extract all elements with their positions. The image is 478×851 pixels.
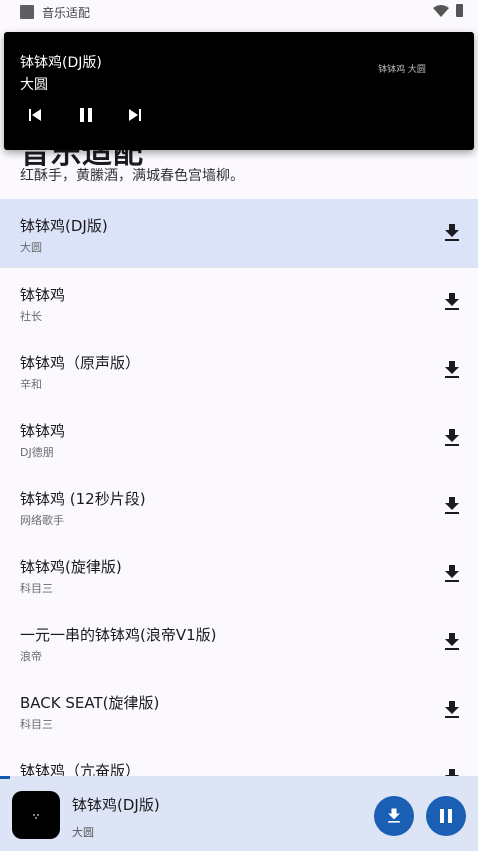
playback-progress-bar[interactable] — [0, 776, 10, 779]
song-artist: 辛和 — [20, 378, 42, 391]
song-item[interactable]: 钵钵鸡(DJ版) 大圆 — [0, 199, 478, 267]
song-item[interactable]: 钵钵鸡 社长 — [0, 268, 478, 336]
download-icon[interactable] — [440, 358, 464, 382]
notification-song-title: 钵钵鸡(DJ版) — [20, 55, 102, 71]
notification-pause-button[interactable] — [73, 102, 99, 128]
media-notification[interactable]: 钵钵鸡(DJ版) 大圆 钵钵鸡 大圆 — [4, 32, 474, 150]
song-list[interactable]: 钵钵鸡(DJ版) 大圆 钵钵鸡 社长 钵钵鸡（原声版） 辛和 钵钵鸡 DJ德朋 … — [0, 199, 478, 776]
player-song-title: 钵钵鸡(DJ版) — [72, 796, 160, 814]
cover-art-icon — [33, 814, 39, 819]
download-icon[interactable] — [440, 698, 464, 722]
download-icon[interactable] — [440, 426, 464, 450]
song-title: 钵钵鸡（亢奋版） — [20, 762, 141, 776]
mini-player[interactable]: 钵钵鸡(DJ版) 大圆 — [0, 776, 478, 851]
song-item[interactable]: 钵钵鸡(旋律版) 科目三 — [0, 540, 478, 608]
download-icon[interactable] — [440, 562, 464, 586]
song-title: BACK SEAT(旋律版) — [20, 694, 160, 712]
song-title: 钵钵鸡 — [20, 422, 66, 440]
download-icon[interactable] — [440, 494, 464, 518]
download-icon[interactable] — [440, 221, 464, 245]
download-icon[interactable] — [440, 630, 464, 654]
song-artist: 科目三 — [20, 582, 53, 595]
song-artist: DJ德朋 — [20, 446, 54, 459]
song-title: 一元一串的钵钵鸡(浪帝V1版) — [20, 626, 217, 644]
song-title: 钵钵鸡(旋律版) — [20, 558, 122, 576]
song-artist: 科目三 — [20, 718, 53, 731]
status-app-name: 音乐适配 — [42, 6, 91, 20]
download-icon — [388, 808, 400, 823]
pause-icon — [80, 108, 92, 122]
song-item[interactable]: 钵钵鸡（原声版） 辛和 — [0, 336, 478, 404]
song-item[interactable]: BACK SEAT(旋律版) 科目三 — [0, 676, 478, 744]
song-title: 钵钵鸡 — [20, 286, 66, 304]
song-title: 钵钵鸡(DJ版) — [20, 217, 108, 235]
wifi-icon — [433, 5, 449, 17]
skip-next-button[interactable] — [122, 102, 148, 128]
pause-icon — [440, 809, 452, 823]
song-item[interactable]: 钵钵鸡 DJ德朋 — [0, 404, 478, 472]
song-title: 钵钵鸡 (12秒片段) — [20, 490, 146, 508]
player-download-button[interactable] — [374, 796, 414, 836]
skip-previous-icon — [29, 109, 41, 121]
notification-album-art: 钵钵鸡 大圆 — [378, 65, 426, 75]
notification-artist: 大圆 — [20, 77, 48, 93]
song-item[interactable]: 一元一串的钵钵鸡(浪帝V1版) 浪帝 — [0, 608, 478, 676]
download-icon[interactable] — [440, 766, 464, 776]
song-artist: 网络歌手 — [20, 514, 64, 527]
status-bar: 音乐适配 — [0, 0, 478, 24]
app-notification-icon — [20, 5, 34, 19]
song-title: 钵钵鸡（原声版） — [20, 354, 141, 372]
song-artist: 社长 — [20, 310, 42, 323]
skip-next-icon — [129, 109, 141, 121]
song-item[interactable]: 钵钵鸡（亢奋版） — [0, 744, 478, 776]
album-cover — [12, 791, 60, 839]
battery-icon — [456, 4, 463, 17]
song-artist: 大圆 — [20, 241, 42, 254]
player-pause-button[interactable] — [426, 796, 466, 836]
player-artist: 大圆 — [72, 826, 94, 839]
download-icon[interactable] — [440, 290, 464, 314]
song-artist: 浪帝 — [20, 650, 42, 663]
page-subtitle: 红酥手，黄縢酒，满城春色宫墙柳。 — [20, 168, 244, 184]
song-item[interactable]: 钵钵鸡 (12秒片段) 网络歌手 — [0, 472, 478, 540]
skip-previous-button[interactable] — [22, 102, 48, 128]
